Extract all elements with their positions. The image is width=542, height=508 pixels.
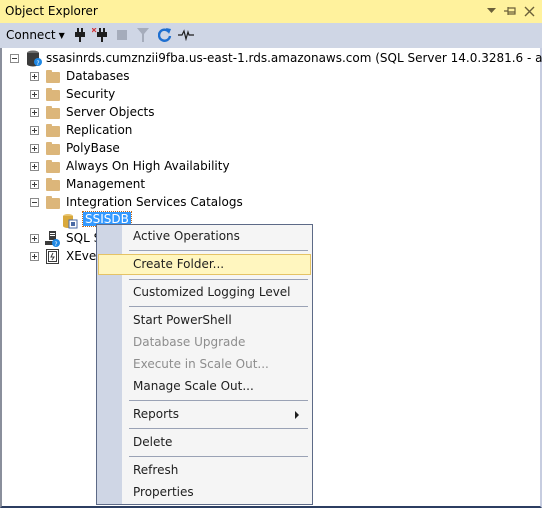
menu-item-properties[interactable]: Properties: [98, 482, 311, 503]
tree-node-label: Management: [66, 177, 146, 191]
disconnect-icon[interactable]: [92, 27, 108, 43]
folder-icon: [46, 178, 60, 191]
menu-separator: [129, 456, 308, 457]
tree-node-label: Security: [66, 87, 116, 101]
menu-item-label: Execute in Scale Out...: [133, 357, 269, 371]
submenu-arrow-icon: [295, 411, 299, 419]
chevron-down-icon: ▼: [58, 31, 65, 40]
menu-item-active-operations[interactable]: Active Operations: [98, 226, 311, 247]
filter-icon: [135, 27, 151, 43]
context-menu: Active Operations Create Folder... Custo…: [96, 224, 313, 505]
menu-separator: [129, 250, 308, 251]
collapse-icon[interactable]: [30, 198, 39, 207]
object-explorer-toolbar: Connect ▼: [0, 23, 542, 48]
folder-icon: [46, 106, 60, 119]
menu-separator: [129, 306, 308, 307]
expand-icon[interactable]: [30, 90, 39, 99]
activity-monitor-icon[interactable]: [178, 27, 194, 43]
tree-node-label: Integration Services Catalogs: [66, 195, 243, 209]
menu-item-reports[interactable]: Reports: [98, 404, 311, 425]
expand-icon[interactable]: [30, 144, 39, 153]
expand-icon[interactable]: [30, 234, 39, 243]
menu-item-start-powershell[interactable]: Start PowerShell: [98, 310, 311, 331]
object-explorer-titlebar: Object Explorer: [0, 0, 542, 23]
tree-node-label: Always On High Availability: [66, 159, 230, 173]
menu-item-execute-in-scale-out: Execute in Scale Out...: [98, 354, 311, 375]
server-label: ssasinrds.cumznzii9fba.us-east-1.rds.ama…: [46, 51, 542, 65]
menu-item-delete[interactable]: Delete: [98, 432, 311, 453]
collapse-icon[interactable]: [10, 54, 19, 63]
folder-icon: [46, 196, 60, 209]
panel-title: Object Explorer: [5, 4, 98, 18]
close-icon[interactable]: [523, 4, 536, 18]
menu-separator: [129, 400, 308, 401]
expand-icon[interactable]: [30, 162, 39, 171]
folder-icon: [46, 88, 60, 101]
xevent-icon: [46, 249, 60, 268]
expand-icon[interactable]: [30, 108, 39, 117]
pin-icon[interactable]: [504, 4, 517, 18]
menu-item-label: Refresh: [133, 463, 179, 477]
menu-item-label: Properties: [133, 485, 194, 499]
panel-controls: [485, 4, 536, 18]
agent-icon: ?: [45, 231, 61, 250]
svg-text:?: ?: [54, 241, 57, 247]
menu-item-customized-logging-level[interactable]: Customized Logging Level: [98, 282, 311, 303]
menu-item-manage-scale-out[interactable]: Manage Scale Out...: [98, 376, 311, 397]
tree-node-server[interactable]: ? ssasinrds.cumznzii9fba.us-east-1.rds.a…: [2, 50, 542, 68]
menu-item-label: Delete: [133, 435, 173, 449]
stop-icon: [114, 27, 130, 43]
expand-icon[interactable]: [30, 252, 39, 261]
tree-node-label: Databases: [66, 69, 130, 83]
menu-item-label: Manage Scale Out...: [133, 379, 254, 393]
refresh-icon[interactable]: [157, 27, 173, 43]
connect-label: Connect: [6, 28, 56, 42]
window-position-dropdown-icon[interactable]: [485, 4, 498, 18]
menu-item-database-upgrade: Database Upgrade: [98, 332, 311, 353]
connect-icon[interactable]: [72, 27, 88, 43]
menu-item-label: Start PowerShell: [133, 313, 232, 327]
menu-item-label: Active Operations: [133, 229, 240, 243]
folder-icon: [46, 160, 60, 173]
tree-node-label: PolyBase: [66, 141, 120, 155]
folder-icon: [46, 142, 60, 155]
svg-text:?: ?: [36, 60, 39, 67]
menu-item-refresh[interactable]: Refresh: [98, 460, 311, 481]
catalog-database-icon: [62, 213, 78, 232]
connect-button[interactable]: Connect ▼: [6, 28, 65, 42]
server-icon: ?: [26, 50, 42, 70]
tree-node-label: Replication: [66, 123, 133, 137]
menu-item-label: Database Upgrade: [133, 335, 246, 349]
expand-icon[interactable]: [30, 126, 39, 135]
folder-icon: [46, 70, 60, 83]
expand-icon[interactable]: [30, 180, 39, 189]
menu-item-create-folder[interactable]: Create Folder...: [98, 254, 311, 275]
menu-item-label: Customized Logging Level: [133, 285, 291, 299]
menu-item-label: Reports: [133, 407, 180, 421]
menu-separator: [129, 428, 308, 429]
expand-icon[interactable]: [30, 72, 39, 81]
menu-item-label: Create Folder...: [133, 257, 225, 271]
tree-node-label: Server Objects: [66, 105, 155, 119]
menu-separator: [129, 279, 308, 280]
folder-icon: [46, 124, 60, 137]
